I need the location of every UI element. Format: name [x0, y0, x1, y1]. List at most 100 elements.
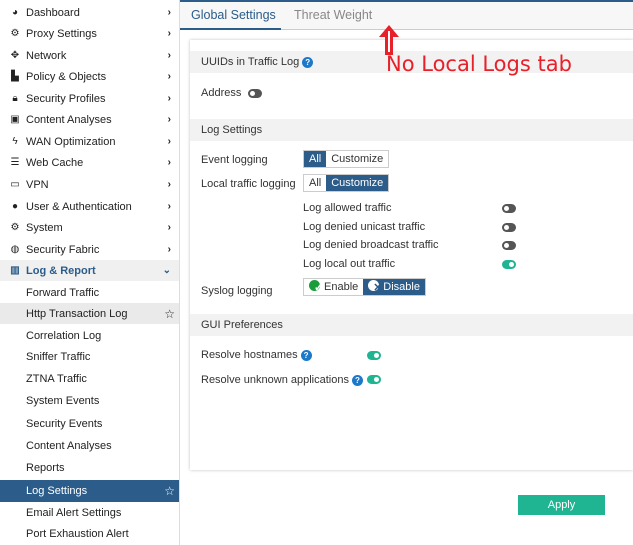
sidebar-subitem-label: Content Analyses	[26, 439, 112, 452]
log-allowed-traffic-label: Log allowed traffic	[303, 202, 392, 214]
chevron-right-icon: ›	[167, 114, 171, 125]
event-logging-customize[interactable]: Customize	[326, 151, 389, 167]
sidebar-subitem-correlation-log[interactable]: Correlation Log	[0, 325, 179, 346]
sidebar-subitem-sniffer-traffic[interactable]: Sniffer Traffic	[0, 346, 179, 367]
sidebar-subitem-label: ZTNA Traffic	[26, 372, 87, 385]
help-icon[interactable]: ?	[300, 349, 312, 361]
annotation-text: No Local Logs tab	[386, 52, 572, 76]
bolt-icon: ϟ	[12, 136, 18, 147]
sidebar-subitem-email-alert-settings[interactable]: Email Alert Settings	[0, 502, 179, 523]
syslog-disable-button[interactable]: ✕Disable	[363, 279, 425, 295]
policy-icon: ▙	[11, 71, 19, 82]
dashboard-icon: ◕	[11, 7, 19, 18]
local-traffic-selector: All Customize	[303, 174, 390, 192]
sidebar-subitem-label: Port Exhaustion Alert	[26, 527, 129, 540]
address-toggle[interactable]	[248, 89, 262, 98]
event-logging-all[interactable]: All	[304, 151, 327, 167]
sidebar-item-label: System	[26, 221, 63, 234]
resolve-apps-label: Resolve unknown applications?	[201, 374, 363, 386]
resolve-hostnames-toggle[interactable]	[367, 351, 381, 360]
sidebar-item-proxy-settings[interactable]: ⚙ Proxy Settings ›	[0, 23, 179, 44]
laptop-icon: ▭	[10, 179, 20, 190]
sidebar-subitem-label: Email Alert Settings	[26, 506, 122, 519]
log-local-out-label: Log local out traffic	[303, 258, 396, 270]
local-traffic-customize[interactable]: Customize	[326, 175, 389, 191]
sidebar-subitem-label: Http Transaction Log	[26, 307, 128, 320]
sidebar-item-user-authentication[interactable]: ● User & Authentication ›	[0, 196, 179, 217]
settings-card: UUIDs in Traffic Log? Address Log Settin…	[190, 40, 633, 470]
help-icon[interactable]: ?	[302, 56, 314, 68]
chevron-right-icon: ›	[167, 136, 171, 147]
log-denied-unicast-toggle[interactable]	[502, 223, 516, 232]
sidebar-subitem-http-transaction-log[interactable]: Http Transaction Log ☆	[0, 303, 179, 324]
sidebar-item-web-cache[interactable]: ☰ Web Cache ›	[0, 152, 179, 173]
section-gui-preferences-header: GUI Preferences	[190, 314, 633, 336]
tab-global-settings[interactable]: Global Settings	[180, 6, 281, 30]
chevron-right-icon: ›	[167, 28, 171, 39]
sidebar-item-network[interactable]: ✥ Network ›	[0, 45, 179, 66]
local-traffic-all[interactable]: All	[304, 175, 327, 191]
chevron-right-icon: ›	[167, 179, 171, 190]
sidebar-item-vpn[interactable]: ▭ VPN ›	[0, 174, 179, 195]
sidebar-item-label: Dashboard	[26, 6, 80, 19]
chevron-right-icon: ›	[167, 50, 171, 61]
sidebar: ◕ Dashboard › ⚙ Proxy Settings › ✥ Network › ▙…	[0, 0, 180, 545]
sidebar-subitem-label: System Events	[26, 394, 100, 407]
sidebar-item-dashboard[interactable]: ◕ Dashboard ›	[0, 2, 179, 23]
sidebar-item-label: WAN Optimization	[26, 135, 116, 148]
disable-label: Disable	[383, 281, 420, 293]
sidebar-item-log-report[interactable]: ▥ Log & Report ⌄	[0, 260, 179, 281]
sidebar-subitem-port-exhaustion-alert[interactable]: Port Exhaustion Alert	[0, 523, 179, 544]
log-local-out-toggle[interactable]	[502, 260, 516, 269]
section-title: Log Settings	[201, 124, 263, 136]
section-title: GUI Preferences	[201, 319, 283, 331]
syslog-enable-button[interactable]: ✓Enable	[304, 279, 364, 295]
address-label: Address	[201, 87, 242, 99]
syslog-selector: ✓Enable ✕Disable	[303, 278, 426, 296]
sidebar-subitem-forward-traffic[interactable]: Forward Traffic	[0, 282, 179, 303]
local-traffic-logging-label: Local traffic logging	[201, 178, 296, 190]
sidebar-item-security-profiles[interactable]: 🔒︎ Security Profiles ›	[0, 88, 179, 109]
annotation-arrow-icon	[379, 25, 399, 55]
sidebar-item-label: Content Analyses	[26, 113, 112, 126]
sidebar-item-policy-objects[interactable]: ▙ Policy & Objects ›	[0, 66, 179, 87]
sidebar-subitem-security-events[interactable]: Security Events	[0, 413, 179, 434]
enable-label: Enable	[324, 281, 359, 293]
sidebar-subitem-label: Log Settings	[26, 485, 88, 497]
sidebar-subitem-content-analyses[interactable]: Content Analyses	[0, 435, 179, 456]
resolve-hostnames-text: Resolve hostnames	[201, 349, 298, 361]
chevron-right-icon: ›	[167, 244, 171, 255]
chevron-right-icon: ›	[167, 93, 171, 104]
sidebar-item-system[interactable]: ⚙ System ›	[0, 217, 179, 238]
star-icon[interactable]: ☆	[164, 307, 175, 321]
chart-icon: ▥	[10, 265, 20, 276]
log-allowed-traffic-toggle[interactable]	[502, 204, 516, 213]
sidebar-item-label: Policy & Objects	[26, 70, 107, 83]
sidebar-item-content-analyses[interactable]: ▣ Content Analyses ›	[0, 109, 179, 130]
help-icon[interactable]: ?	[351, 374, 363, 386]
sidebar-subitem-label: Reports	[26, 461, 65, 474]
gear-icon: ⚙	[10, 28, 20, 39]
resolve-apps-toggle[interactable]	[367, 375, 381, 384]
star-icon[interactable]: ☆	[164, 484, 175, 498]
sidebar-item-label: Log & Report	[26, 264, 96, 277]
image-icon: ▣	[10, 114, 20, 125]
sidebar-subitem-log-settings[interactable]: Log Settings ☆	[0, 480, 179, 502]
sidebar-item-wan-optimization[interactable]: ϟ WAN Optimization ›	[0, 131, 179, 152]
sidebar-subitem-ztna-traffic[interactable]: ZTNA Traffic	[0, 368, 179, 389]
log-denied-broadcast-toggle[interactable]	[502, 241, 516, 250]
event-logging-label: Event logging	[201, 154, 268, 166]
section-title: UUIDs in Traffic Log	[201, 56, 300, 68]
sidebar-subitem-reports[interactable]: Reports	[0, 457, 179, 478]
chevron-right-icon: ›	[167, 7, 171, 18]
tab-threat-weight[interactable]: Threat Weight	[294, 6, 372, 30]
chevron-down-icon: ⌄	[162, 265, 171, 276]
sidebar-item-label: Network	[26, 49, 67, 62]
apply-button[interactable]: Apply	[518, 495, 605, 515]
tab-bar: Global Settings Threat Weight	[180, 2, 633, 30]
sidebar-item-security-fabric[interactable]: ◍ Security Fabric ›	[0, 239, 179, 260]
chevron-right-icon: ›	[167, 157, 171, 168]
sidebar-subitem-system-events[interactable]: System Events	[0, 390, 179, 411]
sidebar-item-label: User & Authentication	[26, 200, 132, 213]
resolve-hostnames-label: Resolve hostnames?	[201, 349, 312, 361]
